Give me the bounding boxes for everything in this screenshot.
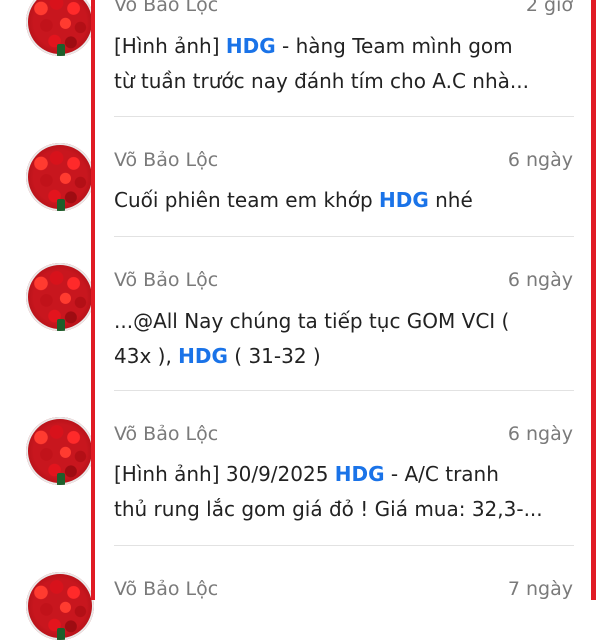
keyword-highlight: HDG <box>334 462 385 486</box>
text: - hàng Team mình gom <box>275 34 513 58</box>
avatar[interactable] <box>26 263 94 331</box>
selection-frame-right <box>591 0 596 600</box>
message-preview: [Hình ảnh] HDG - hàng Team mình gom từ t… <box>114 29 574 99</box>
preview-line: từ tuần trước nay đánh tím cho A.C nhà..… <box>114 64 574 99</box>
author-name: Võ Bảo Lộc <box>114 423 219 445</box>
avatar[interactable] <box>26 143 94 211</box>
author-name: Võ Bảo Lộc <box>114 578 219 600</box>
text: nhé <box>428 188 473 212</box>
text: Cuối phiên team em khớp <box>114 188 379 212</box>
message-preview: ...@All Nay chúng ta tiếp tục GOM VCI ( … <box>114 304 574 374</box>
message-preview: [Hình ảnh] 30/9/2025 HDG - A/C tranh thủ… <box>114 457 574 527</box>
avatar[interactable] <box>26 572 94 640</box>
preview-line: Cuối phiên team em khớp HDG nhé <box>114 183 574 218</box>
avatar[interactable] <box>26 0 94 56</box>
keyword-highlight: HDG <box>225 34 276 58</box>
timestamp: 6 ngày <box>507 149 573 171</box>
timestamp: 6 ngày <box>507 269 573 291</box>
message-search-results: Võ Bảo Lộc 2 giờ [Hình ảnh] HDG - hàng T… <box>0 0 600 640</box>
selection-frame-left <box>91 0 95 600</box>
timestamp: 2 giờ <box>525 0 573 16</box>
text: - A/C tranh <box>384 462 499 486</box>
preview-line: ...@All Nay chúng ta tiếp tục GOM VCI ( <box>114 304 574 339</box>
preview-line: [Hình ảnh] 30/9/2025 HDG - A/C tranh <box>114 457 574 492</box>
timestamp: 6 ngày <box>507 423 573 445</box>
preview-line: thủ rung lắc gom giá đỏ ! Giá mua: 32,3-… <box>114 492 574 527</box>
message-item[interactable]: Võ Bảo Lộc 7 ngày <box>0 546 600 640</box>
text: [Hình ảnh] <box>114 34 226 58</box>
keyword-highlight: HDG <box>379 188 429 212</box>
text: ...@All Nay chúng ta tiếp tục GOM VCI ( <box>114 309 510 333</box>
message-item[interactable]: Võ Bảo Lộc 6 ngày Cuối phiên team em khớ… <box>0 117 600 237</box>
preview-line: [Hình ảnh] HDG - hàng Team mình gom <box>114 29 574 64</box>
text: ( 31-32 ) <box>227 344 321 368</box>
message-item[interactable]: Võ Bảo Lộc 6 ngày [Hình ảnh] 30/9/2025 H… <box>0 391 600 546</box>
message-item[interactable]: Võ Bảo Lộc 2 giờ [Hình ảnh] HDG - hàng T… <box>0 0 600 117</box>
author-name: Võ Bảo Lộc <box>114 149 219 171</box>
text: thủ rung lắc gom giá đỏ ! Giá mua: 32,3-… <box>114 497 543 521</box>
message-item[interactable]: Võ Bảo Lộc 6 ngày ...@All Nay chúng ta t… <box>0 237 600 391</box>
avatar[interactable] <box>26 417 94 485</box>
timestamp: 7 ngày <box>507 578 573 600</box>
text: [Hình ảnh] 30/9/2025 <box>114 462 335 486</box>
author-name: Võ Bảo Lộc <box>114 0 219 16</box>
author-name: Võ Bảo Lộc <box>114 269 219 291</box>
text: từ tuần trước nay đánh tím cho A.C nhà..… <box>114 69 529 93</box>
message-preview: Cuối phiên team em khớp HDG nhé <box>114 183 574 218</box>
preview-line: 43x ), HDG ( 31-32 ) <box>114 339 574 374</box>
text: 43x ), <box>114 344 179 368</box>
keyword-highlight: HDG <box>178 344 228 368</box>
